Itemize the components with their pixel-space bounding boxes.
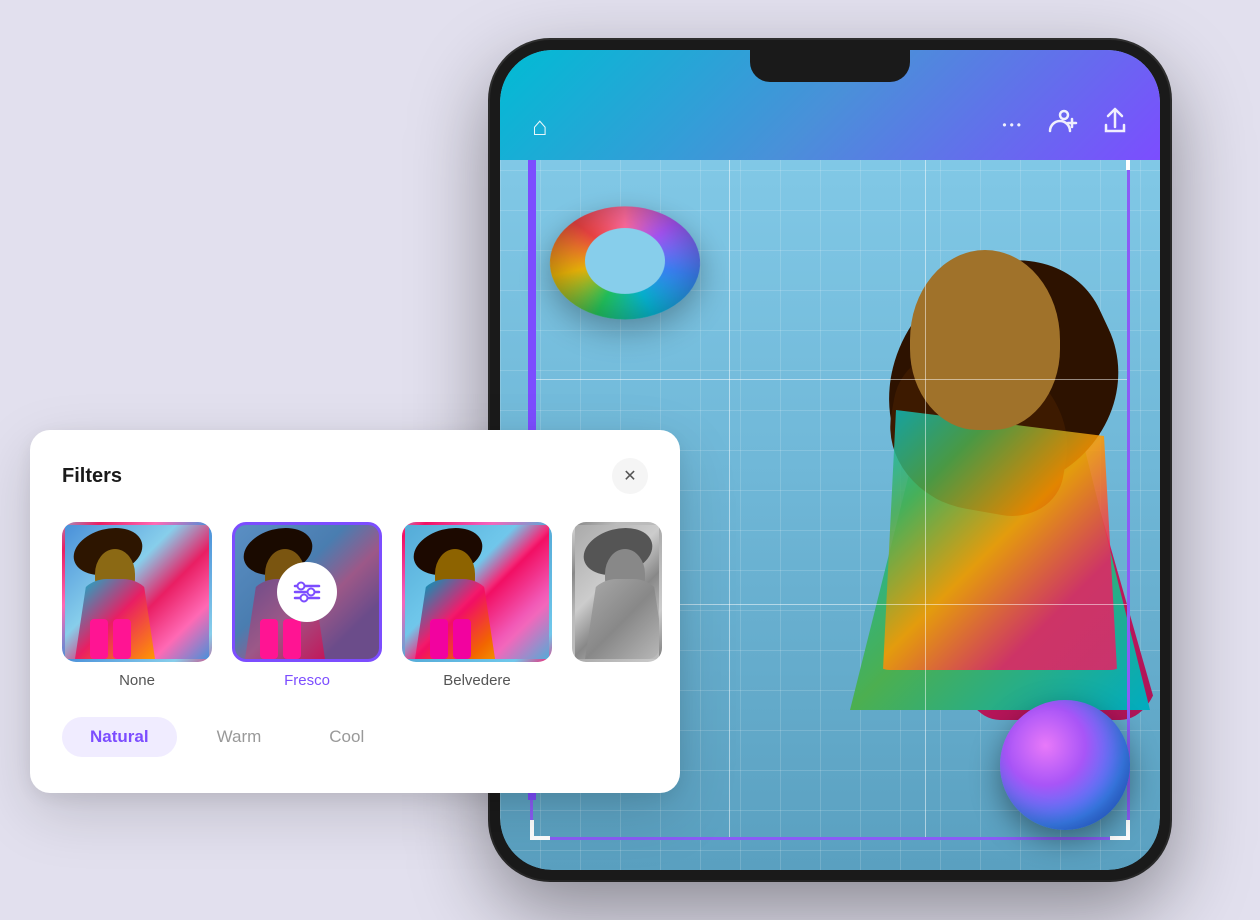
fresco-icon-overlay [277, 562, 337, 622]
panel-header: Filters ✕ [62, 458, 648, 494]
thumb-legs2-none [113, 619, 131, 659]
add-friends-icon[interactable] [1048, 109, 1078, 141]
phone-notch [750, 50, 910, 82]
thumb-jacket-fourth [585, 579, 659, 659]
thumb-legs-belvedere [430, 619, 448, 659]
grid-line-v1 [729, 153, 730, 837]
crop-corner-br [1110, 820, 1130, 840]
home-icon[interactable]: ⌂ [532, 111, 548, 142]
thumb-legs2-belvedere [453, 619, 471, 659]
tone-pills-row: Natural Warm Cool [62, 717, 648, 757]
filter-thumb-inner-fourth [575, 525, 659, 659]
tone-pill-cool[interactable]: Cool [301, 717, 392, 757]
filter-thumb-belvedere [402, 522, 552, 662]
donut-hole [584, 228, 666, 294]
tone-pill-warm[interactable]: Warm [189, 717, 290, 757]
close-button[interactable]: ✕ [612, 458, 648, 494]
grid-line-h1 [533, 379, 1127, 380]
filter-item-fresco[interactable]: Fresco [232, 522, 382, 689]
filters-panel: Filters ✕ None [30, 430, 680, 793]
filter-label-none: None [119, 672, 155, 689]
grid-line-v2 [925, 153, 926, 837]
filter-item-fourth[interactable] [572, 522, 662, 672]
filter-item-belvedere[interactable]: Belvedere [402, 522, 552, 689]
filter-thumb-inner-belvedere [405, 525, 549, 659]
filter-label-fresco: Fresco [284, 672, 330, 689]
thumb-legs-none [90, 619, 108, 659]
header-actions: ••• [1002, 107, 1128, 142]
tone-pill-natural[interactable]: Natural [62, 717, 177, 757]
filter-label-belvedere: Belvedere [443, 672, 511, 689]
filter-thumb-fresco [232, 522, 382, 662]
more-icon[interactable]: ••• [1002, 118, 1024, 132]
filter-thumb-fourth [572, 522, 662, 662]
sphere-3d-object [1000, 700, 1130, 830]
sliders-icon [293, 580, 321, 604]
filter-thumb-none [62, 522, 212, 662]
filter-item-none[interactable]: None [62, 522, 212, 689]
filter-thumb-inner-none [65, 525, 209, 659]
panel-title: Filters [62, 465, 122, 488]
thumb-legs-fresco [260, 619, 278, 659]
share-icon[interactable] [1102, 107, 1128, 142]
crop-corner-bl [530, 820, 550, 840]
filter-thumbnails-row: None [62, 522, 648, 689]
thumb-legs2-fresco [283, 619, 301, 659]
